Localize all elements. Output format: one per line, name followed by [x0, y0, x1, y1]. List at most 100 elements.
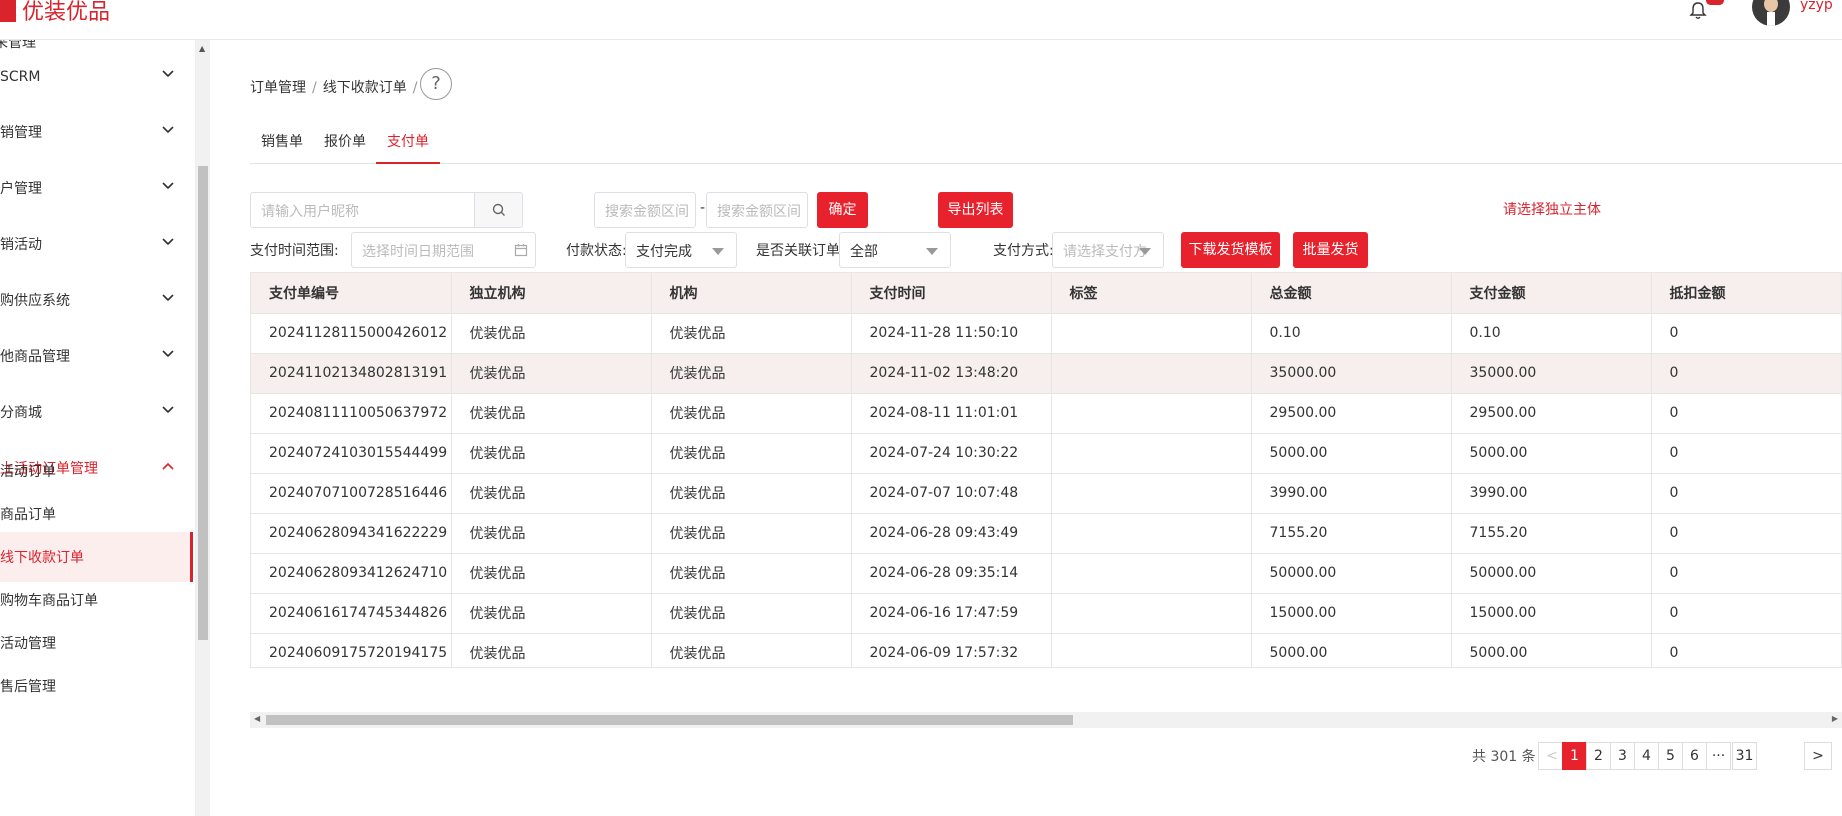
- tab-payment[interactable]: 支付单: [376, 130, 440, 164]
- linked-order-select[interactable]: 全部: [839, 232, 951, 268]
- calendar-icon: [514, 244, 528, 257]
- table-header-row: 支付单编号 独立机构 机构 支付时间 标签 总金额 支付金额 抵扣金额: [251, 273, 1841, 314]
- sidebar-item-4[interactable]: 采购供应系统: [0, 280, 195, 320]
- table-cell: 50000.00: [1251, 553, 1452, 594]
- tab-sales[interactable]: 销售单: [250, 130, 314, 164]
- tab-bar: 销售单 报价单 支付单: [250, 130, 1842, 164]
- pay-status-select[interactable]: 支付完成: [625, 232, 737, 268]
- export-list-button[interactable]: 导出列表: [938, 192, 1013, 228]
- tab-quote[interactable]: 报价单: [314, 130, 376, 164]
- table-cell: [1051, 433, 1252, 474]
- logo-icon: [0, 0, 16, 22]
- amount-max-input[interactable]: 搜索金额区间: [706, 192, 808, 228]
- chevron-down-icon: [162, 294, 174, 302]
- sidebar-item-2[interactable]: 客户管理: [0, 168, 195, 208]
- table-cell: [1051, 593, 1252, 634]
- sidebar-item-3[interactable]: 营销活动: [0, 224, 195, 264]
- sidebar-item-5[interactable]: 其他商品管理: [0, 336, 195, 376]
- page-button[interactable]: 6: [1682, 742, 1707, 770]
- table-cell: 2024-11-28 11:50:10: [851, 313, 1052, 354]
- table-cell: 5000.00: [1451, 433, 1652, 474]
- table-cell: 0: [1651, 433, 1841, 474]
- table-cell: 优装优品: [651, 513, 852, 554]
- table-cell: 20240616174745344826: [251, 593, 452, 634]
- sidebar-item-6[interactable]: 积分商城: [0, 392, 195, 432]
- table-row[interactable]: 20240609175720194175 优装优品 优装优品 2024-06-09 1…: [251, 633, 1841, 667]
- table-cell: 0: [1651, 353, 1841, 394]
- table-cell: [1051, 313, 1252, 354]
- table-cell: 29500.00: [1251, 393, 1452, 434]
- pay-status-label: 付款状态:: [566, 243, 627, 259]
- table-cell: [1051, 553, 1252, 594]
- chevron-down-icon: [162, 182, 174, 190]
- avatar[interactable]: [1752, 0, 1790, 26]
- sidebar-item-1[interactable]: 营销管理: [0, 112, 195, 152]
- breadcrumb-order-management[interactable]: 订单管理: [250, 80, 306, 96]
- table-cell: 优装优品: [651, 353, 852, 394]
- top-bar: 优装优品 yzyp: [0, 0, 1842, 40]
- page-button[interactable]: 5: [1658, 742, 1683, 770]
- table-cell: 2024-11-02 13:48:20: [851, 353, 1052, 394]
- table-row[interactable]: 20240628094341622229 优装优品 优装优品 2024-06-28 0…: [251, 513, 1841, 554]
- page-button[interactable]: 3: [1610, 742, 1635, 770]
- chevron-down-icon: [162, 350, 174, 358]
- table-cell: 5000.00: [1251, 633, 1452, 667]
- sidebar-scroll-thumb[interactable]: [198, 166, 208, 640]
- table-row[interactable]: 20240707100728516446 优装优品 优装优品 2024-07-07 1…: [251, 473, 1841, 514]
- table-cell: 优装优品: [651, 473, 852, 514]
- page-button[interactable]: 4: [1634, 742, 1659, 770]
- notification-badge: [1706, 0, 1724, 5]
- pay-method-label: 支付方式:: [993, 243, 1054, 259]
- table-row[interactable]: 20240628093412624710 优装优品 优装优品 2024-06-28 0…: [251, 553, 1841, 594]
- table-cell: 15000.00: [1251, 593, 1452, 634]
- batch-ship-button[interactable]: 批量发货: [1293, 232, 1368, 268]
- table-cell: 优装优品: [451, 353, 652, 394]
- table-row[interactable]: 20241128115000426012 优装优品 优装优品 2024-11-28 1…: [251, 313, 1841, 354]
- table-cell: 优装优品: [651, 633, 852, 667]
- table-cell: 20241102134802813191: [251, 353, 452, 394]
- table-cell: 2024-06-09 17:57:32: [851, 633, 1052, 667]
- table-cell: 0: [1651, 473, 1841, 514]
- table-cell: [1051, 473, 1252, 514]
- chevron-down-icon: [162, 406, 174, 414]
- scroll-left-arrow-icon[interactable]: ◀: [254, 714, 260, 723]
- sidebar-item-0[interactable]: 微SCRM: [0, 56, 195, 96]
- page-button[interactable]: 2: [1586, 742, 1611, 770]
- chevron-down-icon: [162, 238, 174, 246]
- confirm-button[interactable]: 确定: [817, 192, 868, 228]
- table-horizontal-scrollbar[interactable]: ◀ ▶: [250, 712, 1842, 728]
- table-cell: [1051, 633, 1252, 667]
- scroll-up-arrow-icon[interactable]: ▲: [199, 44, 205, 53]
- table-row[interactable]: 20240724103015544499 优装优品 优装优品 2024-07-24 1…: [251, 433, 1841, 474]
- table-cell: 0.10: [1251, 313, 1452, 354]
- search-button[interactable]: [474, 193, 522, 227]
- pay-time-range-picker[interactable]: 选择时间日期范围: [351, 232, 536, 268]
- amount-min-input[interactable]: 搜索金额区间: [594, 192, 696, 228]
- table-row[interactable]: 20240811110050637972 优装优品 优装优品 2024-08-11 1…: [251, 393, 1841, 434]
- breadcrumb-offline-orders[interactable]: 线下收款订单: [323, 80, 407, 96]
- bell-icon[interactable]: [1688, 2, 1708, 20]
- page-button[interactable]: 1: [1562, 742, 1587, 770]
- pay-method-select[interactable]: 请选择支付方: [1052, 232, 1164, 268]
- payment-table: 支付单编号 独立机构 机构 支付时间 标签 总金额 支付金额 抵扣金额 20241128115…: [250, 272, 1842, 668]
- nickname-search-input[interactable]: 请输入用户昵称: [250, 192, 523, 228]
- next-page-button[interactable]: >: [1804, 742, 1832, 770]
- download-template-button[interactable]: 下载发货模板: [1181, 232, 1280, 268]
- table-row[interactable]: 20240616174745344826 优装优品 优装优品 2024-06-16 1…: [251, 593, 1841, 634]
- page-button[interactable]: ···: [1706, 742, 1731, 770]
- help-icon[interactable]: ?: [420, 68, 452, 100]
- table-scroll-thumb[interactable]: [266, 715, 1073, 725]
- table-cell: 20240707100728516446: [251, 473, 452, 514]
- page-button[interactable]: 31: [1732, 742, 1757, 770]
- table-cell: 0: [1651, 633, 1841, 667]
- table-cell: 29500.00: [1451, 393, 1652, 434]
- scroll-right-arrow-icon[interactable]: ▶: [1832, 714, 1838, 723]
- column-header: 支付时间: [851, 273, 1052, 314]
- table-cell: 0.10: [1451, 313, 1652, 354]
- select-entity-link[interactable]: 请选择独立主体: [1503, 199, 1601, 219]
- column-header: 支付单编号: [251, 273, 452, 314]
- table-row[interactable]: 20241102134802813191 优装优品 优装优品 2024-11-02 1…: [251, 353, 1841, 394]
- username[interactable]: yzyp: [1800, 0, 1833, 13]
- sidebar-subitem-5[interactable]: 售后管理: [0, 661, 193, 711]
- table-cell: 2024-07-07 10:07:48: [851, 473, 1052, 514]
